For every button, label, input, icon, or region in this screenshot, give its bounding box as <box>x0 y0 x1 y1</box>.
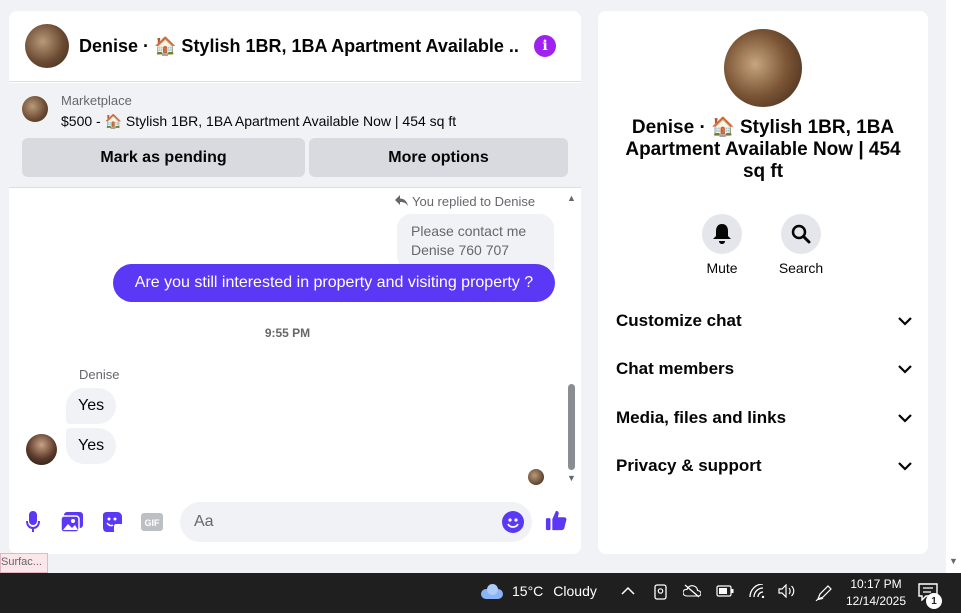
marketplace-label: Marketplace <box>61 93 132 108</box>
reply-icon <box>395 194 408 209</box>
surface-tab[interactable]: Surfac... <box>0 553 48 573</box>
scroll-down-arrow-icon[interactable]: ▼ <box>567 473 576 483</box>
search-icon[interactable] <box>781 214 821 254</box>
system-clock[interactable]: 10:17 PM 12/14/2025 <box>840 576 912 610</box>
search-button[interactable]: Search <box>771 214 831 276</box>
composer: GIF Aa <box>9 499 581 545</box>
message-timestamp: 9:55 PM <box>264 326 311 340</box>
listing-photo[interactable] <box>724 29 802 107</box>
sticker-icon[interactable] <box>101 511 123 533</box>
section-label: Privacy & support <box>616 456 762 475</box>
section-label: Customize chat <box>616 311 742 330</box>
listing-avatar[interactable] <box>25 24 69 68</box>
messages-scrollbar[interactable]: ▲ ▼ <box>565 191 578 487</box>
chat-details-panel: Denise · 🏠 Stylish 1BR, 1BA Apartment Av… <box>598 11 928 554</box>
microphone-icon[interactable] <box>22 511 44 533</box>
emoji-icon[interactable] <box>502 511 524 533</box>
more-options-button[interactable]: More options <box>309 138 568 177</box>
photo-icon[interactable] <box>61 511 83 533</box>
clock-time: 10:17 PM <box>850 577 902 591</box>
chevron-down-icon <box>898 459 912 473</box>
cloud-off-icon[interactable] <box>682 584 702 601</box>
scroll-thumb[interactable] <box>568 384 575 470</box>
chat-header: Denise · 🏠 Stylish 1BR, 1BA Apartment Av… <box>9 11 581 82</box>
chat-title[interactable]: Denise · 🏠 Stylish 1BR, 1BA Apartment Av… <box>79 36 519 57</box>
page-scrollbar[interactable]: ▼ <box>946 0 961 573</box>
chevron-up-icon[interactable] <box>621 584 635 601</box>
notification-badge: 1 <box>926 593 942 609</box>
section-label: Media, files and links <box>616 408 787 427</box>
info-button[interactable]: i <box>534 35 556 57</box>
scroll-down-arrow-icon[interactable]: ▼ <box>949 556 958 566</box>
section-privacy-support[interactable]: Privacy & support <box>616 454 912 478</box>
mark-as-pending-button[interactable]: Mark as pending <box>22 138 305 177</box>
incoming-message[interactable]: Yes <box>66 428 117 464</box>
chevron-down-icon <box>898 411 912 425</box>
outgoing-message[interactable]: Are you still interested in property and… <box>113 264 555 302</box>
chevron-down-icon <box>898 362 912 376</box>
temperature: 15°C <box>512 583 544 599</box>
chevron-down-icon <box>898 314 912 328</box>
taskbar: 15°C Cloudy 10:17 PM 12/14/2025 1 <box>0 573 961 613</box>
search-label: Search <box>778 260 824 276</box>
volume-icon[interactable] <box>778 583 796 601</box>
listing-summary[interactable]: $500 - 🏠 Stylish 1BR, 1BA Apartment Avai… <box>61 113 456 130</box>
section-media-files-links[interactable]: Media, files and links <box>616 406 912 430</box>
message-input-placeholder: Aa <box>194 513 214 530</box>
quoted-message[interactable]: Please contact me Denise 760 707 7563 <box>397 214 554 277</box>
bell-icon[interactable] <box>702 214 742 254</box>
gif-icon[interactable]: GIF <box>141 511 163 533</box>
message-input[interactable]: Aa <box>180 502 532 542</box>
listing-thumbnail[interactable] <box>22 96 48 122</box>
sender-avatar[interactable] <box>26 434 57 465</box>
mute-label: Mute <box>706 260 738 276</box>
seen-indicator-avatar <box>528 469 544 485</box>
section-label: Chat members <box>616 359 735 378</box>
quoted-line: Please contact me <box>411 223 527 239</box>
gif-label: GIF <box>145 518 161 528</box>
pen-icon[interactable] <box>815 584 833 605</box>
replied-text: You replied to Denise <box>412 194 536 209</box>
clock-date: 12/14/2025 <box>845 594 907 608</box>
incoming-message[interactable]: Yes <box>66 388 117 424</box>
scroll-up-arrow-icon[interactable]: ▲ <box>567 193 576 203</box>
section-customize-chat[interactable]: Customize chat <box>616 309 912 333</box>
wifi-icon[interactable] <box>749 583 765 601</box>
details-title: Denise · 🏠 Stylish 1BR, 1BA Apartment Av… <box>625 117 901 182</box>
replied-indicator: You replied to Denise <box>395 194 535 209</box>
marketplace-bar: Marketplace $500 - 🏠 Stylish 1BR, 1BA Ap… <box>9 83 581 188</box>
battery-icon[interactable] <box>716 584 734 600</box>
cloud-icon <box>479 583 505 599</box>
thumbs-up-icon[interactable] <box>545 509 567 531</box>
chat-panel: Denise · 🏠 Stylish 1BR, 1BA Apartment Av… <box>9 11 581 554</box>
sender-name: Denise <box>79 367 120 382</box>
camera-icon[interactable] <box>653 584 669 603</box>
section-chat-members[interactable]: Chat members <box>616 357 912 381</box>
weather-description: Cloudy <box>553 583 597 599</box>
mute-button[interactable]: Mute <box>692 214 752 276</box>
weather-widget[interactable]: 15°C Cloudy <box>479 583 597 599</box>
